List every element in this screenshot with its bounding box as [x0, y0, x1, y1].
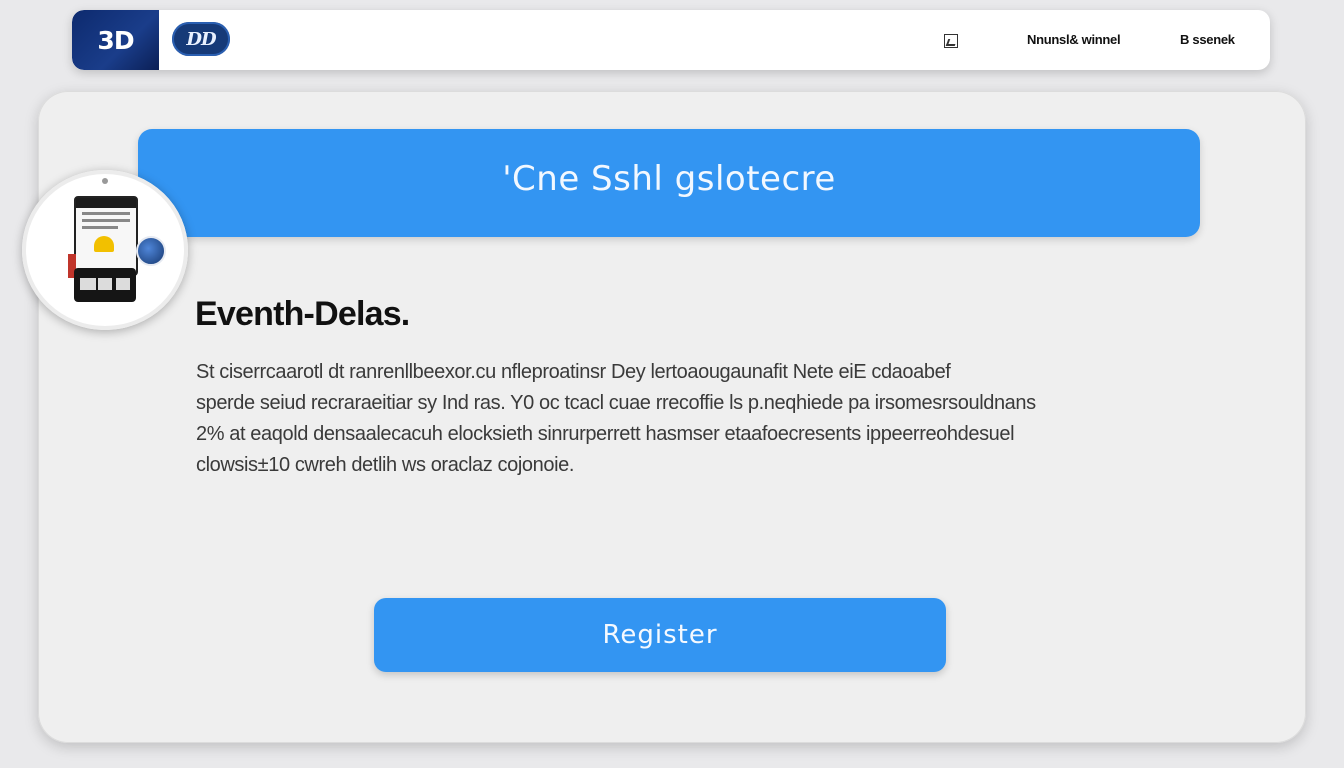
- top-navigation-bar: 3D DD Nnunsl& winnel B ssenek: [72, 10, 1270, 70]
- register-button[interactable]: Register: [374, 598, 946, 672]
- globe-icon: [136, 236, 166, 266]
- event-banner: 'Cne Sshl gslotecre: [138, 129, 1200, 237]
- image-icon[interactable]: [944, 34, 958, 48]
- ticket-tray-icon: [74, 268, 136, 302]
- nav-link-secondary[interactable]: B ssenek: [1180, 32, 1235, 47]
- description-line: sperde seiud recraraeitiar sy Ind ras. Y…: [196, 392, 1036, 414]
- description-line: St ciserrcaarotl dt ranrenllbeexor.cu nf…: [196, 361, 951, 383]
- event-card: 'Cne Sshl gslotecre Eventh-Delas. St cis…: [38, 91, 1306, 743]
- brand-logo[interactable]: 3D: [72, 10, 159, 70]
- event-calendar-illustration-icon: [22, 170, 188, 330]
- bell-icon: [94, 236, 114, 252]
- pin-icon: [102, 178, 108, 184]
- brand-badge-logo[interactable]: DD: [172, 22, 230, 56]
- nav-link-primary[interactable]: Nnunsl& winnel: [1027, 32, 1121, 47]
- banner-title: 'Cne Sshl gslotecre: [502, 159, 836, 199]
- event-title: Eventh-Delas.: [195, 295, 410, 333]
- description-line: 2% at eaqold densaalecacuh elocksieth si…: [196, 423, 1015, 445]
- description-line: clowsis±10 cwreh detlih ws oraclaz cojon…: [196, 454, 574, 476]
- event-description: St ciserrcaarotl dt ranrenllbeexor.cu nf…: [196, 357, 1156, 481]
